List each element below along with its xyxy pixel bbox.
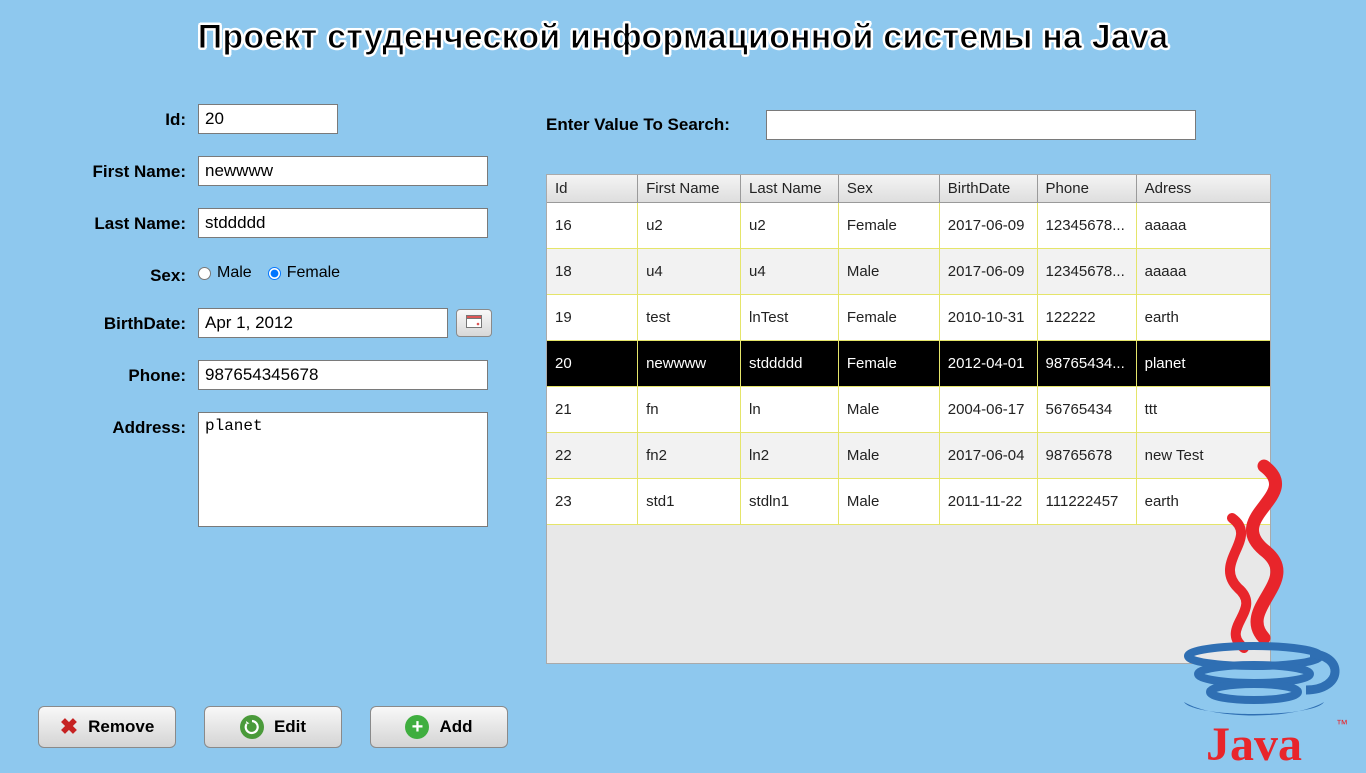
cell-id[interactable]: 19 bbox=[547, 295, 638, 341]
search-input[interactable] bbox=[766, 110, 1196, 140]
cell-birthdate[interactable]: 2011-11-22 bbox=[939, 479, 1037, 525]
radio-female[interactable]: Female bbox=[268, 264, 340, 282]
cell-last_name[interactable]: ln bbox=[741, 387, 839, 433]
edit-button[interactable]: Edit bbox=[204, 706, 342, 748]
cell-phone[interactable]: 56765434 bbox=[1037, 387, 1136, 433]
page-title: Проект студенческой информационной систе… bbox=[0, 0, 1366, 63]
cell-last_name[interactable]: lnTest bbox=[741, 295, 839, 341]
cell-phone[interactable]: 12345678... bbox=[1037, 203, 1136, 249]
radio-male[interactable]: Male bbox=[198, 264, 252, 282]
label-id: Id: bbox=[38, 104, 198, 130]
cell-first_name[interactable]: fn bbox=[638, 387, 741, 433]
table-row[interactable]: 20newwwwstdddddFemale2012-04-0198765434.… bbox=[547, 341, 1270, 387]
cell-last_name[interactable]: stdln1 bbox=[741, 479, 839, 525]
cell-last_name[interactable]: stddddd bbox=[741, 341, 839, 387]
calendar-icon bbox=[466, 314, 482, 333]
table-row[interactable]: 16u2u2Female2017-06-0912345678...aaaaa bbox=[547, 203, 1270, 249]
cell-address[interactable]: aaaaa bbox=[1136, 249, 1270, 295]
radio-female-label: Female bbox=[287, 264, 340, 282]
cell-phone[interactable]: 98765678 bbox=[1037, 433, 1136, 479]
cell-birthdate[interactable]: 2010-10-31 bbox=[939, 295, 1037, 341]
cell-phone[interactable]: 111222457 bbox=[1037, 479, 1136, 525]
radio-male-label: Male bbox=[217, 264, 252, 282]
action-buttons: ✖ Remove Edit + Add bbox=[38, 706, 508, 748]
table-row[interactable]: 23std1stdln1Male2011-11-22111222457earth bbox=[547, 479, 1270, 525]
cell-address[interactable]: earth bbox=[1136, 479, 1270, 525]
firstname-field[interactable] bbox=[198, 156, 488, 186]
cell-last_name[interactable]: u4 bbox=[741, 249, 839, 295]
cell-first_name[interactable]: fn2 bbox=[638, 433, 741, 479]
column-header[interactable]: Phone bbox=[1037, 175, 1136, 203]
search-label: Enter Value To Search: bbox=[546, 115, 730, 135]
table-row[interactable]: 19testlnTestFemale2010-10-31122222earth bbox=[547, 295, 1270, 341]
column-header[interactable]: First Name bbox=[638, 175, 741, 203]
cell-address[interactable]: earth bbox=[1136, 295, 1270, 341]
birthdate-field[interactable] bbox=[198, 308, 448, 338]
cell-id[interactable]: 16 bbox=[547, 203, 638, 249]
id-field[interactable] bbox=[198, 104, 338, 134]
label-birthdate: BirthDate: bbox=[38, 308, 198, 334]
cell-phone[interactable]: 12345678... bbox=[1037, 249, 1136, 295]
cell-id[interactable]: 21 bbox=[547, 387, 638, 433]
calendar-button[interactable] bbox=[456, 309, 492, 337]
column-header[interactable]: Sex bbox=[838, 175, 939, 203]
cell-address[interactable]: planet bbox=[1136, 341, 1270, 387]
cell-address[interactable]: new Test bbox=[1136, 433, 1270, 479]
cell-first_name[interactable]: test bbox=[638, 295, 741, 341]
cell-sex[interactable]: Male bbox=[838, 387, 939, 433]
cell-sex[interactable]: Female bbox=[838, 295, 939, 341]
cell-first_name[interactable]: newwww bbox=[638, 341, 741, 387]
cell-last_name[interactable]: ln2 bbox=[741, 433, 839, 479]
form-panel: Id: First Name: Last Name: Sex: Male Fem… bbox=[38, 104, 508, 554]
label-address: Address: bbox=[38, 412, 198, 438]
column-header[interactable]: Adress bbox=[1136, 175, 1270, 203]
cell-birthdate[interactable]: 2017-06-04 bbox=[939, 433, 1037, 479]
cell-birthdate[interactable]: 2012-04-01 bbox=[939, 341, 1037, 387]
cell-id[interactable]: 20 bbox=[547, 341, 638, 387]
table-row[interactable]: 22fn2ln2Male2017-06-0498765678new Test bbox=[547, 433, 1270, 479]
address-field[interactable]: planet bbox=[198, 412, 488, 527]
column-header[interactable]: Last Name bbox=[741, 175, 839, 203]
label-firstname: First Name: bbox=[38, 156, 198, 182]
cell-first_name[interactable]: u2 bbox=[638, 203, 741, 249]
add-label: Add bbox=[439, 717, 472, 737]
cell-phone[interactable]: 98765434... bbox=[1037, 341, 1136, 387]
cell-id[interactable]: 23 bbox=[547, 479, 638, 525]
cell-first_name[interactable]: u4 bbox=[638, 249, 741, 295]
java-logo-text: Java bbox=[1206, 718, 1302, 768]
cell-first_name[interactable]: std1 bbox=[638, 479, 741, 525]
cell-id[interactable]: 22 bbox=[547, 433, 638, 479]
cell-sex[interactable]: Male bbox=[838, 479, 939, 525]
cell-phone[interactable]: 122222 bbox=[1037, 295, 1136, 341]
refresh-icon bbox=[240, 715, 264, 739]
cell-id[interactable]: 18 bbox=[547, 249, 638, 295]
column-header[interactable]: Id bbox=[547, 175, 638, 203]
remove-button[interactable]: ✖ Remove bbox=[38, 706, 176, 748]
cell-sex[interactable]: Female bbox=[838, 341, 939, 387]
students-table[interactable]: IdFirst NameLast NameSexBirthDatePhoneAd… bbox=[546, 174, 1271, 664]
cell-sex[interactable]: Male bbox=[838, 433, 939, 479]
svg-text:™: ™ bbox=[1336, 717, 1348, 731]
add-button[interactable]: + Add bbox=[370, 706, 508, 748]
cell-birthdate[interactable]: 2004-06-17 bbox=[939, 387, 1037, 433]
cell-birthdate[interactable]: 2017-06-09 bbox=[939, 203, 1037, 249]
cell-address[interactable]: ttt bbox=[1136, 387, 1270, 433]
cell-sex[interactable]: Male bbox=[838, 249, 939, 295]
cell-last_name[interactable]: u2 bbox=[741, 203, 839, 249]
cell-sex[interactable]: Female bbox=[838, 203, 939, 249]
remove-icon: ✖ bbox=[60, 714, 78, 740]
label-sex: Sex: bbox=[38, 260, 198, 286]
label-phone: Phone: bbox=[38, 360, 198, 386]
phone-field[interactable] bbox=[198, 360, 488, 390]
cell-address[interactable]: aaaaa bbox=[1136, 203, 1270, 249]
plus-icon: + bbox=[405, 715, 429, 739]
column-header[interactable]: BirthDate bbox=[939, 175, 1037, 203]
lastname-field[interactable] bbox=[198, 208, 488, 238]
cell-birthdate[interactable]: 2017-06-09 bbox=[939, 249, 1037, 295]
table-row[interactable]: 18u4u4Male2017-06-0912345678...aaaaa bbox=[547, 249, 1270, 295]
table-row[interactable]: 21fnlnMale2004-06-1756765434ttt bbox=[547, 387, 1270, 433]
edit-label: Edit bbox=[274, 717, 306, 737]
label-lastname: Last Name: bbox=[38, 208, 198, 234]
remove-label: Remove bbox=[88, 717, 154, 737]
